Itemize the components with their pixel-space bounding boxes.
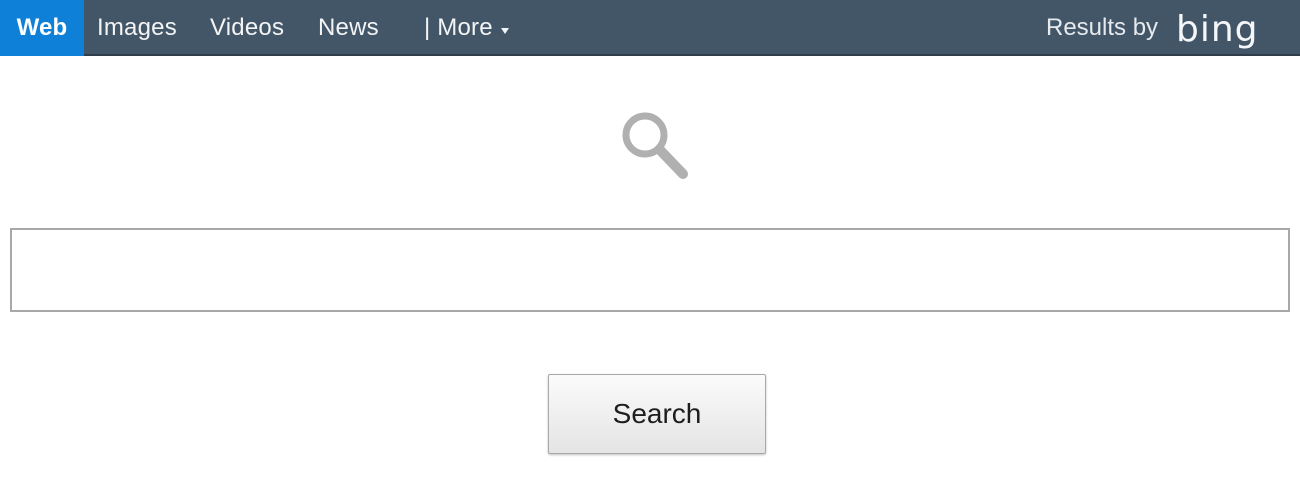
top-navigation-bar: Web Images Videos News | More Results by…: [0, 0, 1300, 56]
tab-news[interactable]: News: [318, 0, 379, 56]
caret-down-icon: [500, 27, 509, 34]
search-button[interactable]: Search: [548, 374, 766, 454]
tab-images[interactable]: Images: [97, 0, 177, 56]
more-label: | More: [424, 14, 493, 41]
bing-logo[interactable]: bing: [1176, 8, 1259, 52]
tab-web[interactable]: Web: [0, 0, 84, 56]
search-input[interactable]: [10, 228, 1290, 312]
magnifier-icon: [622, 112, 688, 179]
tab-more-menu[interactable]: | More: [424, 0, 509, 56]
results-by-label: Results by: [1046, 14, 1159, 41]
tab-videos[interactable]: Videos: [210, 0, 284, 56]
